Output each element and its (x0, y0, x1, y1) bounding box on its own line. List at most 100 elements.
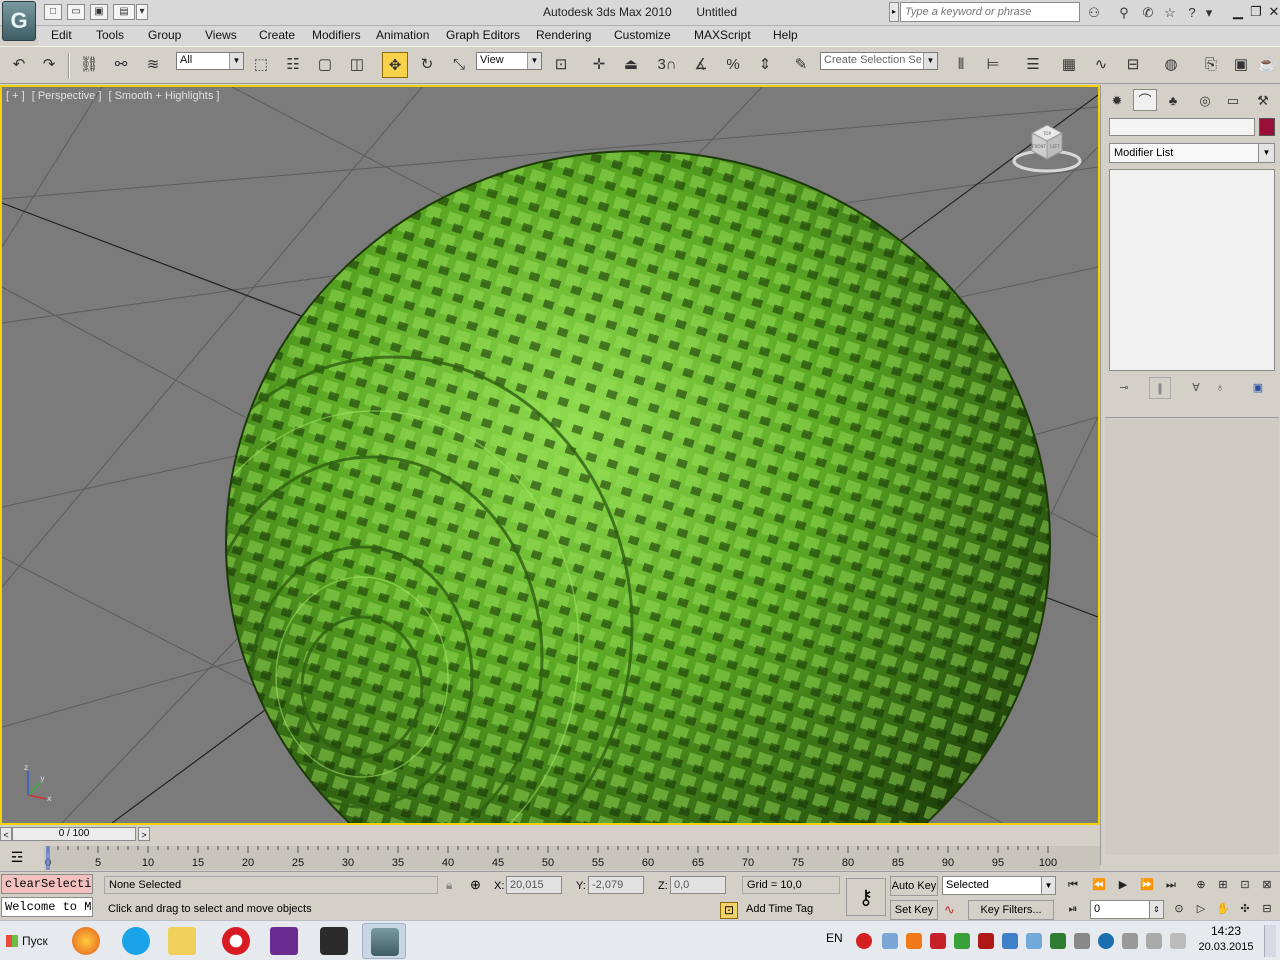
zoom-extents-icon[interactable]: ⊡ (1234, 875, 1256, 895)
viewport-pov-label[interactable]: [ Perspective ] (32, 90, 102, 102)
time-slider-prev-icon[interactable]: < (0, 827, 12, 841)
spinner-snap-icon[interactable]: ⇕ (752, 52, 778, 78)
tray-adobe-icon[interactable] (978, 933, 994, 949)
select-and-scale-icon[interactable]: ⤡ (446, 52, 472, 78)
auto-key-button[interactable]: Auto Key (890, 876, 938, 896)
undo-icon[interactable]: ↶ (6, 52, 32, 78)
create-tab-icon[interactable]: ✹ (1105, 89, 1129, 111)
hierarchy-tab-icon[interactable]: ♣ (1161, 89, 1185, 111)
configure-modifier-sets-icon[interactable]: ▣ (1247, 377, 1269, 399)
key-mode-toggle-icon[interactable]: ⏯ (1062, 899, 1084, 919)
align-icon[interactable]: ⊨ (980, 52, 1006, 78)
pan-view-icon[interactable]: ✋ (1212, 899, 1234, 919)
selection-filter-dropdown[interactable]: All ▼ (176, 52, 244, 70)
minimize-icon[interactable]: ▁ (1228, 3, 1248, 21)
play-icon[interactable]: ▶ (1112, 875, 1134, 895)
communication-icon[interactable]: ✆ (1138, 3, 1158, 22)
tray-antivirus-icon[interactable] (930, 933, 946, 949)
z-coord-field[interactable]: 0,0 (670, 876, 726, 894)
tray-browser-icon[interactable] (1098, 933, 1114, 949)
tray-firewall-icon[interactable] (906, 933, 922, 949)
mini-curve-editor-icon[interactable]: ☲ (6, 847, 28, 867)
absolute-mode-icon[interactable]: ⊕ (470, 877, 481, 893)
menu-views[interactable]: Views (205, 28, 237, 42)
language-indicator[interactable]: EN (826, 931, 843, 945)
mirror-icon[interactable]: ⫴ (948, 52, 974, 78)
menu-maxscript[interactable]: MAXScript (694, 28, 751, 42)
tray-network-icon[interactable] (1002, 933, 1018, 949)
add-time-tag-icon[interactable]: ⊡ (720, 902, 738, 919)
track-ruler[interactable]: 0510152025303540455055606570758085909510… (44, 846, 1100, 870)
tray-monitor-icon[interactable] (1026, 933, 1042, 949)
app-logo-icon[interactable]: G (2, 1, 36, 41)
make-unique-icon[interactable]: ∀ (1185, 377, 1207, 399)
binoculars-icon[interactable]: ⚇ (1084, 3, 1104, 22)
rectangular-selection-icon[interactable]: ▢ (312, 52, 338, 78)
unlink-icon[interactable]: ⚯ (108, 52, 134, 78)
search-expand-icon[interactable]: ▸ (889, 2, 899, 22)
maxscript-listener-input[interactable]: Welcome to M (1, 897, 93, 917)
graphite-modeling-icon[interactable]: ▦ (1056, 52, 1082, 78)
taskbar-skype[interactable] (114, 923, 158, 959)
current-frame-marker[interactable] (46, 846, 50, 870)
x-coord-field[interactable]: 20,015 (506, 876, 562, 894)
perspective-viewport[interactable]: [ + ] [ Perspective ] [ Smooth + Highlig… (0, 85, 1100, 825)
bind-space-warp-icon[interactable]: ≋ (140, 52, 166, 78)
lock-selection-icon[interactable]: 🔒︎ (446, 878, 452, 893)
modifier-stack[interactable] (1109, 169, 1275, 371)
favorites-icon[interactable]: ☆ (1160, 3, 1180, 22)
viewcube-icon[interactable]: TOP FRONT LEFT (1012, 117, 1082, 173)
help-icon[interactable]: ? (1182, 3, 1202, 22)
orbit-icon[interactable]: ✣ (1234, 899, 1256, 919)
project-folder-icon[interactable]: ▤ (113, 4, 135, 20)
new-file-icon[interactable]: □ (44, 4, 62, 20)
add-time-tag[interactable]: Add Time Tag (742, 900, 840, 918)
render-setup-icon[interactable]: ⎘ (1198, 52, 1224, 78)
select-manipulate-icon[interactable]: ✛ (586, 52, 612, 78)
clock-time[interactable]: 14:23 (1196, 924, 1256, 938)
taskbar-firefox[interactable] (64, 923, 108, 959)
tray-update-icon[interactable] (954, 933, 970, 949)
clock-date[interactable]: 20.03.2015 (1196, 941, 1256, 953)
edit-named-selection-icon[interactable]: ✎ (788, 52, 814, 78)
menu-group[interactable]: Group (148, 28, 181, 42)
tray-opera-icon[interactable] (856, 933, 872, 949)
y-coord-field[interactable]: -2,079 (588, 876, 644, 894)
taskbar-opera[interactable] (214, 923, 258, 959)
maximize-viewport-icon[interactable]: ⊟ (1256, 899, 1278, 919)
viewport-shading-label[interactable]: [ Smooth + Highlights ] (108, 90, 219, 102)
snaps-toggle-icon[interactable]: 3∩ (654, 52, 680, 78)
quick-access-dropdown-icon[interactable]: ▾ (136, 4, 148, 20)
menu-graph-editors[interactable]: Graph Editors (446, 28, 520, 42)
select-by-name-icon[interactable]: ☷ (280, 52, 306, 78)
tray-volume-icon[interactable] (1170, 933, 1186, 949)
open-file-icon[interactable]: ▭ (67, 4, 85, 20)
help-dropdown-icon[interactable]: ▾ (1204, 3, 1214, 22)
search-input[interactable]: Type a keyword or phrase (900, 2, 1080, 22)
go-to-start-icon[interactable]: ⏮ (1062, 875, 1084, 895)
menu-rendering[interactable]: Rendering (536, 28, 591, 42)
previous-frame-icon[interactable]: ⏪ (1088, 875, 1110, 895)
menu-tools[interactable]: Tools (96, 28, 124, 42)
motion-tab-icon[interactable]: ◎ (1193, 89, 1217, 111)
time-slider[interactable]: < 0 / 100 > (0, 826, 1100, 842)
pin-stack-icon[interactable]: ⊸ (1113, 377, 1135, 399)
tray-signal-icon[interactable] (1146, 933, 1162, 949)
current-frame-field[interactable]: 0 ⇕ (1090, 900, 1164, 919)
tray-gamepad-icon[interactable] (1074, 933, 1090, 949)
zoom-icon[interactable]: ⊕ (1190, 875, 1212, 895)
select-and-move-icon[interactable]: ✥ (382, 52, 408, 78)
object-name-field[interactable] (1109, 118, 1255, 136)
utilities-tab-icon[interactable]: ⚒ (1251, 89, 1275, 111)
link-icon[interactable]: ⛓ (76, 52, 102, 78)
tray-nvidia-icon[interactable] (1050, 933, 1066, 949)
rendered-frame-window-icon[interactable]: ▣ (1228, 52, 1254, 78)
time-slider-next-icon[interactable]: > (138, 827, 150, 841)
menu-edit[interactable]: Edit (51, 28, 72, 42)
select-object-icon[interactable]: ⬚ (248, 52, 274, 78)
menu-modifiers[interactable]: Modifiers (312, 28, 361, 42)
viewport-label[interactable]: [ + ] [ Perspective ] [ Smooth + Highlig… (6, 90, 223, 102)
pivot-center-icon[interactable]: ⊡ (548, 52, 574, 78)
redo-icon[interactable]: ↷ (36, 52, 62, 78)
angle-snap-icon[interactable]: ∡ (688, 52, 714, 78)
